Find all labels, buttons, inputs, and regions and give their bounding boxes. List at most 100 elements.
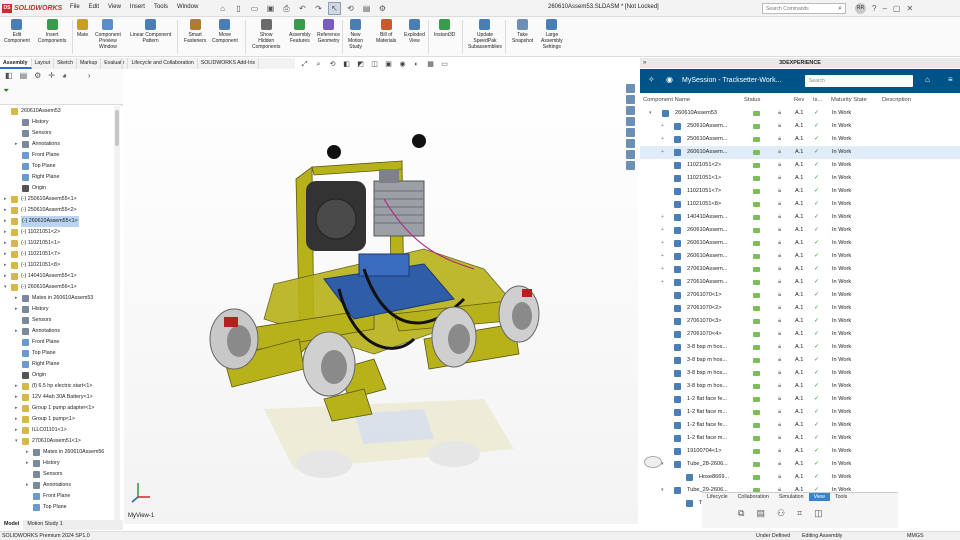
previous-view-icon[interactable]: ⟲	[328, 61, 337, 69]
configurationmanager-tab-icon[interactable]: ⚙	[34, 71, 41, 80]
column-header[interactable]: Maturity State	[831, 97, 867, 103]
tree-item[interactable]: Top Plane	[0, 348, 123, 359]
tree-item[interactable]: ▾ 270610Assem51<1>	[0, 436, 123, 447]
grid-row[interactable]: +140410Assem... 🔒︎ A.1 ✓ In Work	[640, 211, 960, 224]
list-view-icon[interactable]: ▤	[756, 508, 765, 519]
file-properties-icon[interactable]: ▤	[360, 2, 373, 15]
3dexperience-tab-icon[interactable]	[626, 95, 635, 104]
widget-tab-tools[interactable]: Tools	[830, 493, 852, 501]
tab-motion-study-1[interactable]: Motion Study 1	[23, 520, 66, 530]
widget-tab-simulation[interactable]: Simulation	[774, 493, 809, 501]
print-icon[interactable]: ⎙	[280, 2, 293, 15]
tag-icon[interactable]: ⌂	[925, 75, 930, 84]
cmd-mate[interactable]: Mate	[77, 19, 88, 38]
expand-arrow-icon[interactable]: ▸	[4, 227, 10, 238]
lock-icon[interactable]: 🔒︎	[778, 253, 781, 260]
expand-arrow-icon[interactable]: ▸	[15, 403, 21, 414]
tree-item[interactable]: ▸ Annotations	[0, 326, 123, 337]
view-settings-icon[interactable]: ▭	[440, 61, 449, 69]
3dexperience-search-input[interactable]: Search	[805, 75, 913, 87]
tree-view-icon[interactable]: ⚇	[777, 508, 785, 519]
cmd-move-component[interactable]: Move Component	[212, 19, 238, 44]
grid-row[interactable]: ▾ 260610Assem53 🔒︎ A.1 ✓ In Work	[640, 107, 960, 120]
zoom-area-icon[interactable]: ⌕	[314, 61, 323, 69]
expand-icon[interactable]: +	[661, 276, 664, 289]
lock-icon[interactable]: 🔒︎	[778, 344, 781, 351]
expand-arrow-icon[interactable]: ▸	[15, 139, 21, 150]
grid-row[interactable]: 11021051<1> 🔒︎ A.1 ✓ In Work	[640, 172, 960, 185]
minimize-icon[interactable]: –	[882, 4, 886, 13]
lock-icon[interactable]: 🔒︎	[778, 136, 781, 143]
lock-icon[interactable]: 🔒︎	[778, 461, 781, 468]
tree-item[interactable]: ▸ Group 1 pump<1>	[0, 414, 123, 425]
grid-row[interactable]: +270610Assem... 🔒︎ A.1 ✓ In Work	[640, 276, 960, 289]
side-panel-icon[interactable]: ◫	[814, 508, 823, 519]
tree-item[interactable]: ▸ Annotations	[0, 139, 123, 150]
grid-row[interactable]: 19100704<1> 🔒︎ A.1 ✓ In Work	[640, 445, 960, 458]
featuremanager-tab-icon[interactable]: ◧	[5, 71, 13, 80]
menu-view[interactable]: View	[108, 4, 121, 10]
expand-arrow-icon[interactable]: ▸	[4, 238, 10, 249]
grid-row[interactable]: Hose8669... 🔒︎ A.1 ✓ In Work	[640, 471, 960, 484]
expand-arrow-icon[interactable]: ▾	[15, 436, 21, 447]
grid-row[interactable]: 3-8 bsp m hos... 🔒︎ A.1 ✓ In Work	[640, 380, 960, 393]
tree-item[interactable]: Front Plane	[0, 491, 123, 502]
tree-item[interactable]: Right Plane	[0, 172, 123, 183]
menu-icon[interactable]: ≡	[948, 75, 953, 84]
lock-icon[interactable]: 🔒︎	[778, 149, 781, 156]
grid-row[interactable]: 1-2 flat face fe... 🔒︎ A.1 ✓ In Work	[640, 393, 960, 406]
lock-icon[interactable]: 🔒︎	[778, 448, 781, 455]
dimxpert-tab-icon[interactable]: ✛	[48, 71, 55, 80]
column-header[interactable]: Description	[882, 97, 911, 103]
tree-scrollbar[interactable]	[114, 106, 120, 520]
grid-row[interactable]: +260610Assem... 🔒︎ A.1 ✓ In Work	[640, 250, 960, 263]
expand-arrow-icon[interactable]: ▸	[15, 381, 21, 392]
lock-icon[interactable]: 🔒︎	[778, 123, 781, 130]
menu-file[interactable]: File	[70, 4, 80, 10]
select-arrow-icon[interactable]: ↖	[328, 2, 341, 15]
cmd-take-snapshot[interactable]: Take Snapshot	[512, 19, 533, 44]
tree-item[interactable]: ▸ (-) 250610Assem55<2>	[0, 205, 123, 216]
expand-icon[interactable]: +	[661, 237, 664, 250]
cmd-instant3d[interactable]: Instant3D	[434, 19, 455, 38]
tree-item[interactable]: ▸ (-) 11021051<2>	[0, 227, 123, 238]
tree-item[interactable]: ▸ (-) 11021051<7>	[0, 249, 123, 260]
display-style-icon[interactable]: ▣	[384, 61, 393, 69]
column-header[interactable]: Status	[744, 97, 760, 103]
lock-icon[interactable]: 🔒︎	[778, 435, 781, 442]
cmd-insert-components[interactable]: Insert Components	[38, 19, 66, 44]
lock-icon[interactable]: 🔒︎	[778, 201, 781, 208]
tree-item[interactable]: ▸ (-) 11021051<8>	[0, 260, 123, 271]
expand-icon[interactable]: +	[661, 146, 664, 159]
tab-assembly[interactable]: Assembly	[0, 58, 32, 69]
home-tab-icon[interactable]	[626, 84, 635, 93]
help-icon[interactable]: ?	[872, 4, 876, 13]
expand-arrow-icon[interactable]: ▾	[4, 282, 10, 293]
grid-row[interactable]: +250610Assem... 🔒︎ A.1 ✓ In Work	[640, 120, 960, 133]
expand-arrow-icon[interactable]: ▸	[4, 249, 10, 260]
view-orientation-icon[interactable]: ◫	[370, 61, 379, 69]
scene-icon[interactable]: ▦	[426, 61, 435, 69]
menu-edit[interactable]: Edit	[89, 4, 99, 10]
tree-item[interactable]: ▾ (-) 260610Assem56<1>	[0, 282, 123, 293]
appearances-icon[interactable]	[626, 139, 635, 148]
grid-row[interactable]: 1-2 flat face fe... 🔒︎ A.1 ✓ In Work	[640, 419, 960, 432]
tab-layout[interactable]: Layout	[32, 58, 55, 69]
cmd-reference-geometry[interactable]: Reference Geometry	[317, 19, 340, 44]
tree-item[interactable]: ▸ (-) 250610Assem55<1>	[0, 194, 123, 205]
new-document-icon[interactable]: ▯	[232, 2, 245, 15]
compass-widget-icon[interactable]	[644, 456, 662, 468]
design-library-icon[interactable]	[626, 106, 635, 115]
lock-icon[interactable]: 🔒︎	[778, 396, 781, 403]
home-icon[interactable]: ⌂	[216, 2, 229, 15]
expand-arrow-icon[interactable]: ▸	[15, 414, 21, 425]
save-icon[interactable]: ▣	[264, 2, 277, 15]
lock-icon[interactable]: 🔒︎	[778, 305, 781, 312]
expand-icon[interactable]: ▾	[649, 107, 652, 120]
lock-icon[interactable]: 🔒︎	[778, 422, 781, 429]
redo-icon[interactable]: ↷	[312, 2, 325, 15]
grid-row[interactable]: 3-8 bsp m hos... 🔒︎ A.1 ✓ In Work	[640, 354, 960, 367]
expand-icon[interactable]: ▾	[661, 484, 664, 497]
expand-arrow-icon[interactable]: ▸	[15, 293, 21, 304]
appearance-icon[interactable]: ◐	[412, 61, 421, 69]
